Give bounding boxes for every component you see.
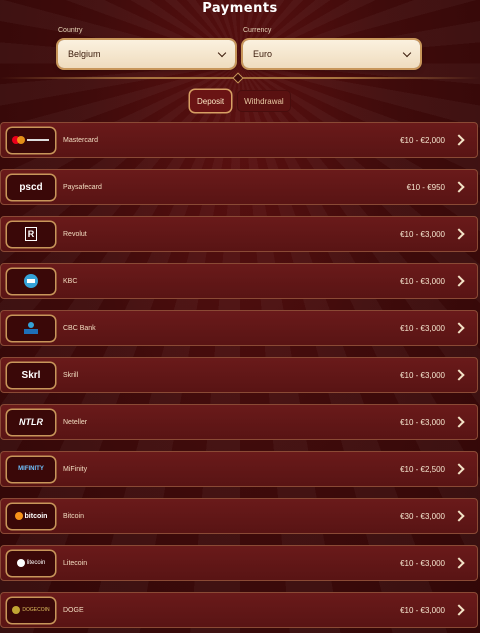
neteller-logo-icon: NTLR — [7, 409, 55, 435]
method-name: Litecoin — [63, 559, 88, 567]
method-name: Neteller — [63, 418, 88, 426]
method-limit: €10 - €3,000 — [400, 417, 445, 427]
method-name: DOGE — [63, 606, 84, 614]
method-limit: €10 - €2,500 — [400, 464, 445, 474]
payment-method-row[interactable]: NTLR Neteller €10 - €3,000 — [0, 404, 478, 440]
payment-method-row[interactable]: CBC Bank €10 - €3,000 — [0, 310, 478, 346]
payment-tabs: Deposit Withdrawal — [190, 90, 291, 112]
payment-method-row[interactable]: Skrl Skrill €10 - €3,000 — [0, 357, 478, 393]
payment-method-row[interactable]: DOGECOIN DOGE €10 - €3,000 — [0, 592, 478, 628]
method-limit: €10 - €3,000 — [400, 229, 445, 239]
currency-label: Currency — [243, 27, 272, 34]
method-name: Paysafecard — [63, 183, 102, 191]
dogecoin-logo-icon: DOGECOIN — [7, 597, 55, 623]
chevron-right-icon — [453, 134, 465, 146]
method-name: CBC Bank — [63, 324, 96, 332]
bitcoin-logo-icon: bitcoin — [7, 503, 55, 529]
paysafecard-logo-icon: pscd — [7, 174, 55, 200]
chevron-right-icon — [453, 322, 465, 334]
divider-ornament — [232, 72, 244, 84]
cbc-bank-logo-icon — [7, 315, 55, 341]
mastercard-logo-icon — [7, 127, 55, 153]
tab-withdrawal[interactable]: Withdrawal — [237, 90, 291, 112]
method-limit: €10 - €3,000 — [400, 276, 445, 286]
method-name: Revolut — [63, 230, 87, 238]
method-name: MiFinity — [63, 465, 88, 473]
method-limit: €10 - €3,000 — [400, 323, 445, 333]
payment-method-row[interactable]: Mastercard €10 - €2,000 — [0, 122, 478, 158]
payment-method-row[interactable]: R Revolut €10 - €3,000 — [0, 216, 478, 252]
revolut-logo-icon: R — [7, 221, 55, 247]
litecoin-logo-icon: litecoin — [7, 550, 55, 576]
payment-method-row[interactable]: bitcoin Bitcoin €30 - €3,000 — [0, 498, 478, 534]
payment-method-row[interactable]: litecoin Litecoin €10 - €3,000 — [0, 545, 478, 581]
chevron-right-icon — [453, 604, 465, 616]
page-title: Payments — [202, 1, 278, 16]
currency-select[interactable]: Euro — [243, 40, 420, 68]
tab-deposit[interactable]: Deposit — [190, 90, 232, 112]
method-limit: €10 - €3,000 — [400, 605, 445, 615]
method-name: Skrill — [63, 371, 79, 379]
method-name: Bitcoin — [63, 512, 85, 520]
chevron-right-icon — [453, 181, 465, 193]
method-limit: €10 - €3,000 — [400, 558, 445, 568]
method-limit: €10 - €3,000 — [400, 370, 445, 380]
currency-value: Euro — [253, 49, 273, 59]
payment-method-row[interactable]: MIFINITY MiFinity €10 - €2,500 — [0, 451, 478, 487]
method-name: Mastercard — [63, 136, 99, 144]
chevron-right-icon — [453, 510, 465, 522]
chevron-right-icon — [453, 228, 465, 240]
method-limit: €10 - €2,000 — [400, 135, 445, 145]
method-name: KBC — [63, 277, 78, 285]
method-limit: €10 - €950 — [406, 182, 445, 192]
chevron-right-icon — [453, 463, 465, 475]
chevron-right-icon — [453, 416, 465, 428]
skrill-logo-icon: Skrl — [7, 362, 55, 388]
payment-method-row[interactable]: KBC €10 - €3,000 — [0, 263, 478, 299]
chevron-right-icon — [453, 557, 465, 569]
kbc-logo-icon — [7, 268, 55, 294]
chevron-down-icon — [402, 48, 412, 57]
country-select[interactable]: Belgium — [58, 40, 235, 68]
chevron-right-icon — [453, 275, 465, 287]
chevron-down-icon — [217, 48, 227, 57]
chevron-right-icon — [453, 369, 465, 381]
country-label: Country — [58, 27, 83, 34]
country-value: Belgium — [68, 49, 101, 59]
method-limit: €30 - €3,000 — [400, 511, 445, 521]
payment-method-row[interactable]: pscd Paysafecard €10 - €950 — [0, 169, 478, 205]
mifinity-logo-icon: MIFINITY — [7, 456, 55, 482]
